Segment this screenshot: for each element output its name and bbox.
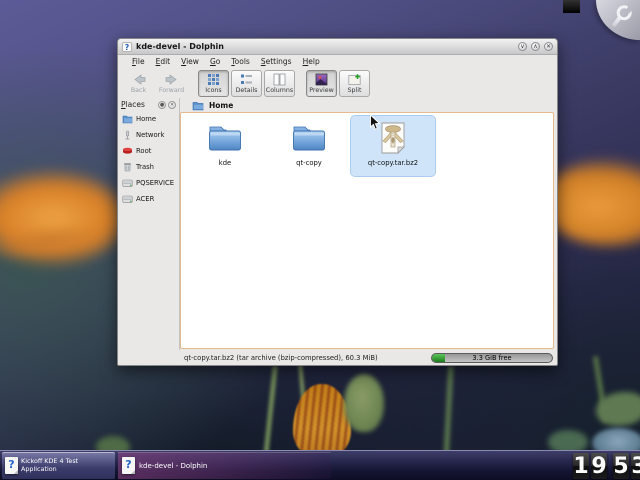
menu-view[interactable]: View [181, 57, 199, 66]
maximize-button[interactable]: ∧ [531, 42, 540, 51]
menu-file[interactable]: File [132, 57, 145, 66]
preview-icon [315, 73, 328, 86]
clock-digit: 5 [613, 453, 629, 479]
back-button[interactable]: Back [123, 70, 154, 97]
digital-clock[interactable]: 1 9 5 3 [573, 453, 640, 479]
view-column: Home kde [180, 98, 557, 350]
wallpaper-stem [263, 366, 277, 456]
place-home[interactable]: Home [118, 111, 179, 127]
minimize-button[interactable]: ∨ [518, 42, 527, 51]
places-close-button[interactable]: ✕ [168, 101, 176, 109]
file-label: kde [219, 159, 231, 167]
arrow-right-icon [165, 73, 179, 86]
file-view[interactable]: kde qt-copy [180, 112, 554, 349]
places-panel: Places ● ✕ Home Network Root [118, 98, 180, 350]
root-drive-icon [122, 146, 133, 156]
wallpaper-leaf [596, 392, 640, 426]
menu-tools[interactable]: Tools [231, 57, 249, 66]
question-mark-icon: ? [122, 457, 135, 474]
file-item-qt-copy-archive[interactable]: qt-copy.tar.bz2 [351, 116, 435, 176]
taskbar: ? Kickoff KDE 4 Test Application ? kde-d… [0, 450, 640, 480]
split-button[interactable]: Split [339, 70, 370, 97]
wallpaper-green-bud [344, 374, 384, 432]
dolphin-window: ? kde-devel - Dolphin ∨ ∧ ✕ File Edit Vi… [117, 38, 558, 366]
folder-icon [207, 119, 243, 157]
place-trash[interactable]: Trash [118, 159, 179, 175]
wallpaper-petal-left [0, 221, 107, 263]
desktop: ? kde-devel - Dolphin ∨ ∧ ✕ File Edit Vi… [0, 0, 640, 480]
hard-drive-icon [122, 178, 133, 188]
icons-view-icon [207, 73, 220, 86]
breadcrumb-home[interactable]: Home [209, 101, 233, 110]
menu-help[interactable]: Help [303, 57, 320, 66]
arrow-left-icon [132, 73, 146, 86]
trash-icon [122, 162, 133, 172]
window-main: Places ● ✕ Home Network Root [118, 98, 557, 350]
folder-icon [291, 119, 327, 157]
forward-button[interactable]: Forward [156, 70, 187, 97]
menu-settings[interactable]: Settings [261, 57, 292, 66]
place-network[interactable]: Network [118, 127, 179, 143]
window-icon: ? [122, 42, 132, 52]
wallpaper-stem [593, 356, 608, 422]
split-icon [348, 73, 361, 86]
network-icon [122, 130, 133, 140]
places-title: Places [121, 100, 156, 109]
close-button[interactable]: ✕ [544, 42, 553, 51]
menu-go[interactable]: Go [210, 57, 220, 66]
places-float-button[interactable]: ● [158, 101, 166, 109]
file-item-qt-copy[interactable]: qt-copy [267, 116, 351, 167]
home-folder-icon [192, 100, 204, 111]
capacity-bar: 3.3 GiB free [431, 353, 553, 363]
titlebar[interactable]: ? kde-devel - Dolphin ∨ ∧ ✕ [118, 39, 557, 55]
file-item-kde[interactable]: kde [183, 116, 267, 167]
place-root[interactable]: Root [118, 143, 179, 159]
details-view-icon [240, 73, 253, 86]
menu-edit[interactable]: Edit [156, 57, 171, 66]
hard-drive-icon [122, 194, 133, 204]
task-label: kde-devel - Dolphin [139, 462, 207, 470]
clock-digit: 3 [631, 453, 640, 479]
details-view-button[interactable]: Details [231, 70, 262, 97]
clock-digit: 1 [573, 453, 589, 479]
taskbar-item-dolphin[interactable]: ? kde-devel - Dolphin [118, 452, 331, 479]
breadcrumb[interactable]: Home [180, 98, 557, 112]
wallpaper-flower-left [0, 168, 126, 268]
wrench-icon [606, 0, 637, 31]
columns-view-button[interactable]: Columns [264, 70, 295, 97]
file-label: qt-copy [296, 159, 322, 167]
task-label: Kickoff KDE 4 Test Application [21, 458, 112, 473]
desktop-widget-box [563, 0, 580, 13]
preview-button[interactable]: Preview [306, 70, 337, 97]
mouse-cursor [369, 114, 381, 132]
taskbar-item-kickoff[interactable]: ? Kickoff KDE 4 Test Application [2, 452, 115, 479]
wallpaper-flower-bud [293, 384, 351, 458]
columns-view-icon [273, 73, 286, 86]
question-mark-icon: ? [5, 457, 18, 474]
plasma-toolbox[interactable] [596, 0, 640, 40]
icons-view-button[interactable]: Icons [198, 70, 229, 97]
status-bar: qt-copy.tar.bz2 (tar archive (bzip-compr… [118, 350, 557, 365]
wallpaper-stem [298, 364, 306, 406]
home-folder-icon [122, 114, 133, 124]
places-header: Places ● ✕ [118, 98, 179, 111]
place-pqservice[interactable]: PQSERVICE [118, 175, 179, 191]
status-info: qt-copy.tar.bz2 (tar archive (bzip-compr… [184, 354, 427, 362]
place-acer[interactable]: ACER [118, 191, 179, 207]
archive-icon [378, 119, 408, 157]
window-title: kde-devel - Dolphin [136, 42, 514, 51]
menubar: File Edit View Go Tools Settings Help [118, 55, 557, 68]
capacity-label: 3.3 GiB free [432, 354, 552, 363]
wallpaper-stem [444, 366, 454, 458]
file-label: qt-copy.tar.bz2 [368, 159, 418, 167]
toolbar: Back Forward Icons Details [118, 68, 557, 98]
clock-digit: 9 [591, 453, 607, 479]
